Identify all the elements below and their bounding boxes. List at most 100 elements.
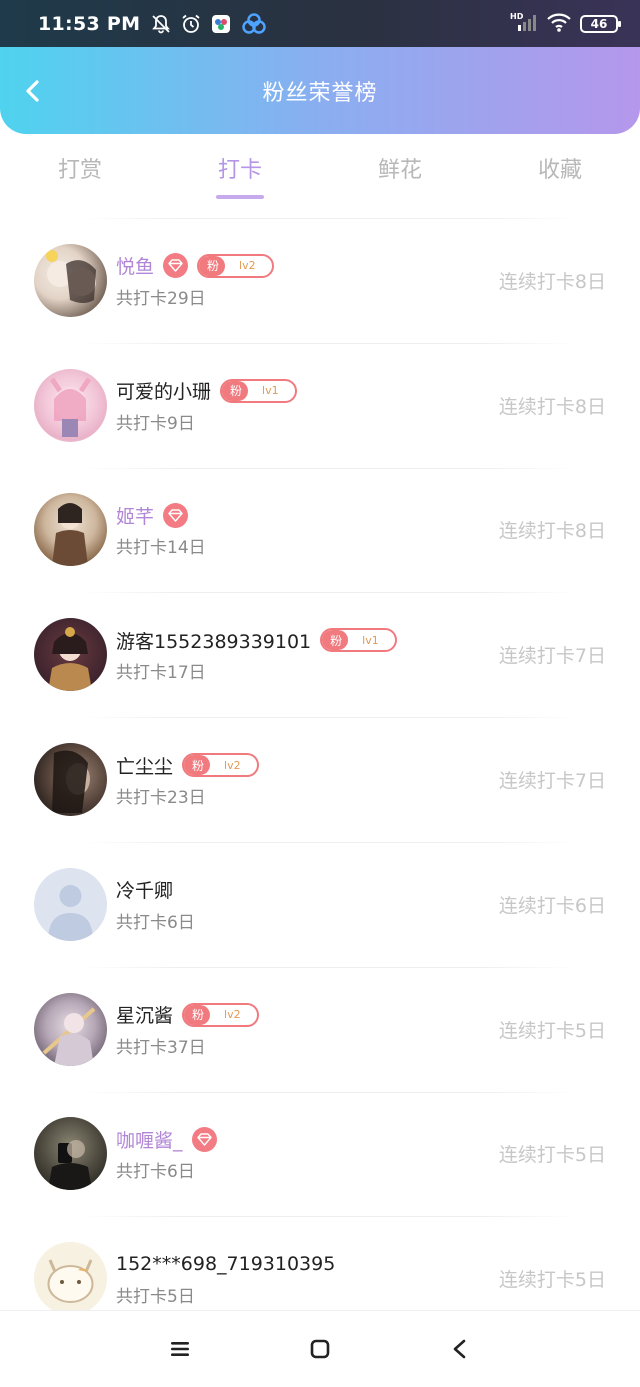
tab-favorites[interactable]: 收藏 bbox=[480, 134, 640, 218]
avatar[interactable] bbox=[34, 493, 107, 567]
home-square-icon[interactable] bbox=[305, 1334, 335, 1364]
row-divider bbox=[80, 1216, 580, 1218]
streak-days: 连续打卡5日 bbox=[498, 1144, 606, 1167]
streak-days: 连续打卡6日 bbox=[498, 894, 606, 917]
menu-icon[interactable] bbox=[165, 1334, 195, 1364]
page-header: 粉丝荣誉榜 bbox=[0, 47, 640, 134]
fan-badge: 粉 lv2 bbox=[182, 1002, 259, 1027]
svg-text:HD: HD bbox=[510, 12, 524, 21]
total-checkins: 共打卡17日 bbox=[116, 663, 206, 684]
streak-days: 连续打卡7日 bbox=[498, 645, 606, 668]
back-triangle-icon[interactable] bbox=[445, 1334, 475, 1364]
fan-badge-label: 粉 bbox=[184, 1004, 211, 1025]
user-name[interactable]: 悦鱼 bbox=[116, 252, 154, 279]
streak-days: 连续打卡5日 bbox=[498, 1019, 606, 1042]
total-checkins: 共打卡6日 bbox=[116, 1162, 195, 1183]
avatar[interactable] bbox=[34, 743, 107, 817]
tab-label: 打赏 bbox=[57, 158, 102, 183]
tab-label: 鲜花 bbox=[377, 158, 422, 183]
streak-days: 连续打卡5日 bbox=[498, 1269, 606, 1292]
tab-label: 收藏 bbox=[537, 158, 582, 183]
list-item[interactable]: 姬芊 共打卡14日 连续打卡8日 bbox=[0, 467, 640, 593]
user-info: 星沉酱 粉 lv2 共打卡37日 bbox=[116, 1001, 259, 1058]
fan-badge: 粉 lv2 bbox=[197, 253, 274, 278]
list-item[interactable]: 冷千卿 共打卡6日 连续打卡6日 bbox=[0, 841, 640, 967]
total-checkins: 共打卡23日 bbox=[116, 788, 206, 809]
user-name[interactable]: 星沉酱 bbox=[116, 1001, 173, 1028]
row-divider bbox=[80, 966, 580, 968]
streak-days: 连续打卡8日 bbox=[498, 395, 606, 418]
alarm-icon bbox=[180, 13, 202, 35]
page-title: 粉丝荣誉榜 bbox=[262, 80, 378, 106]
list-item[interactable]: 悦鱼 粉 lv2 共打卡29日 连续打卡8日 bbox=[0, 218, 640, 343]
user-name[interactable]: 可爱的小珊 bbox=[116, 377, 211, 404]
total-checkins: 共打卡5日 bbox=[116, 1287, 195, 1308]
fan-level: lv2 bbox=[239, 259, 256, 273]
battery-level: 46 bbox=[590, 16, 608, 31]
user-info: 亡尘尘 粉 lv2 共打卡23日 bbox=[116, 751, 259, 808]
tab-bar: 打赏 打卡 鲜花 收藏 bbox=[0, 134, 640, 218]
total-checkins: 共打卡29日 bbox=[116, 288, 206, 309]
avatar[interactable] bbox=[34, 867, 107, 941]
diamond-icon bbox=[191, 1126, 217, 1152]
row-divider bbox=[80, 342, 580, 344]
row-divider bbox=[80, 717, 580, 719]
user-info: 咖喱酱_ 共打卡6日 bbox=[116, 1125, 217, 1182]
fan-badge-label: 粉 bbox=[199, 255, 226, 276]
user-name[interactable]: 亡尘尘 bbox=[116, 752, 173, 779]
user-name[interactable]: 咖喱酱_ bbox=[116, 1126, 183, 1153]
active-tab-indicator bbox=[216, 195, 264, 199]
list-item[interactable]: 星沉酱 粉 lv2 共打卡37日 连续打卡5日 bbox=[0, 966, 640, 1092]
user-info: 悦鱼 粉 lv2 共打卡29日 bbox=[116, 252, 274, 309]
diamond-icon bbox=[163, 502, 189, 528]
list-item[interactable]: 咖喱酱_ 共打卡6日 连续打卡5日 bbox=[0, 1091, 640, 1217]
user-name[interactable]: 152***698_719310395 bbox=[116, 1253, 335, 1275]
user-info: 姬芊 共打卡14日 bbox=[116, 501, 206, 558]
row-divider bbox=[80, 841, 580, 843]
fan-level: lv2 bbox=[224, 1008, 241, 1022]
row-divider bbox=[80, 592, 580, 594]
list-item[interactable]: 亡尘尘 粉 lv2 共打卡23日 连续打卡7日 bbox=[0, 717, 640, 842]
streak-days: 连续打卡8日 bbox=[498, 520, 606, 543]
status-right-icons: HD 46 bbox=[510, 11, 621, 37]
avatar[interactable] bbox=[34, 992, 107, 1066]
tab-checkin[interactable]: 打卡 bbox=[160, 134, 320, 218]
total-checkins: 共打卡14日 bbox=[116, 538, 206, 559]
list-item[interactable]: 可爱的小珊 粉 lv1 共打卡9日 连续打卡8日 bbox=[0, 342, 640, 468]
fan-level: lv2 bbox=[224, 758, 241, 772]
app-icon-2 bbox=[240, 12, 268, 35]
tab-reward[interactable]: 打赏 bbox=[0, 134, 160, 218]
list-item[interactable]: 游客1552389339101 粉 lv1 共打卡17日 连续打卡7日 bbox=[0, 592, 640, 717]
fan-level: lv1 bbox=[262, 384, 279, 398]
user-info: 可爱的小珊 粉 lv1 共打卡9日 bbox=[116, 377, 297, 434]
fan-badge-label: 粉 bbox=[184, 755, 211, 776]
total-checkins: 共打卡9日 bbox=[116, 413, 195, 434]
signal-icon: HD bbox=[510, 11, 538, 37]
avatar[interactable] bbox=[34, 368, 107, 442]
fan-badge: 粉 lv1 bbox=[220, 378, 297, 403]
total-checkins: 共打卡6日 bbox=[116, 912, 195, 933]
fan-badge: 粉 lv1 bbox=[320, 628, 397, 653]
avatar[interactable] bbox=[34, 1242, 107, 1316]
tab-flowers[interactable]: 鲜花 bbox=[320, 134, 480, 218]
chevron-left-icon[interactable] bbox=[18, 75, 50, 107]
avatar[interactable] bbox=[34, 618, 107, 692]
status-bar: 11:53 PM HD 46 bbox=[0, 0, 640, 47]
status-left-icons bbox=[150, 12, 268, 35]
user-info: 152***698_719310395 共打卡5日 bbox=[116, 1250, 335, 1307]
streak-days: 连续打卡8日 bbox=[498, 270, 606, 293]
user-name[interactable]: 姬芊 bbox=[116, 502, 154, 529]
diamond-icon bbox=[163, 253, 189, 279]
tab-label: 打卡 bbox=[217, 158, 262, 183]
streak-days: 连续打卡7日 bbox=[498, 770, 606, 793]
user-name[interactable]: 游客1552389339101 bbox=[116, 627, 311, 654]
row-divider bbox=[80, 218, 580, 219]
row-divider bbox=[80, 1091, 580, 1093]
avatar[interactable] bbox=[34, 1117, 107, 1191]
user-info: 冷千卿 共打卡6日 bbox=[116, 876, 195, 933]
user-name[interactable]: 冷千卿 bbox=[116, 876, 173, 903]
app-icon bbox=[210, 13, 232, 35]
total-checkins: 共打卡37日 bbox=[116, 1037, 206, 1058]
avatar[interactable] bbox=[34, 243, 107, 317]
battery-icon: 46 bbox=[580, 14, 621, 33]
